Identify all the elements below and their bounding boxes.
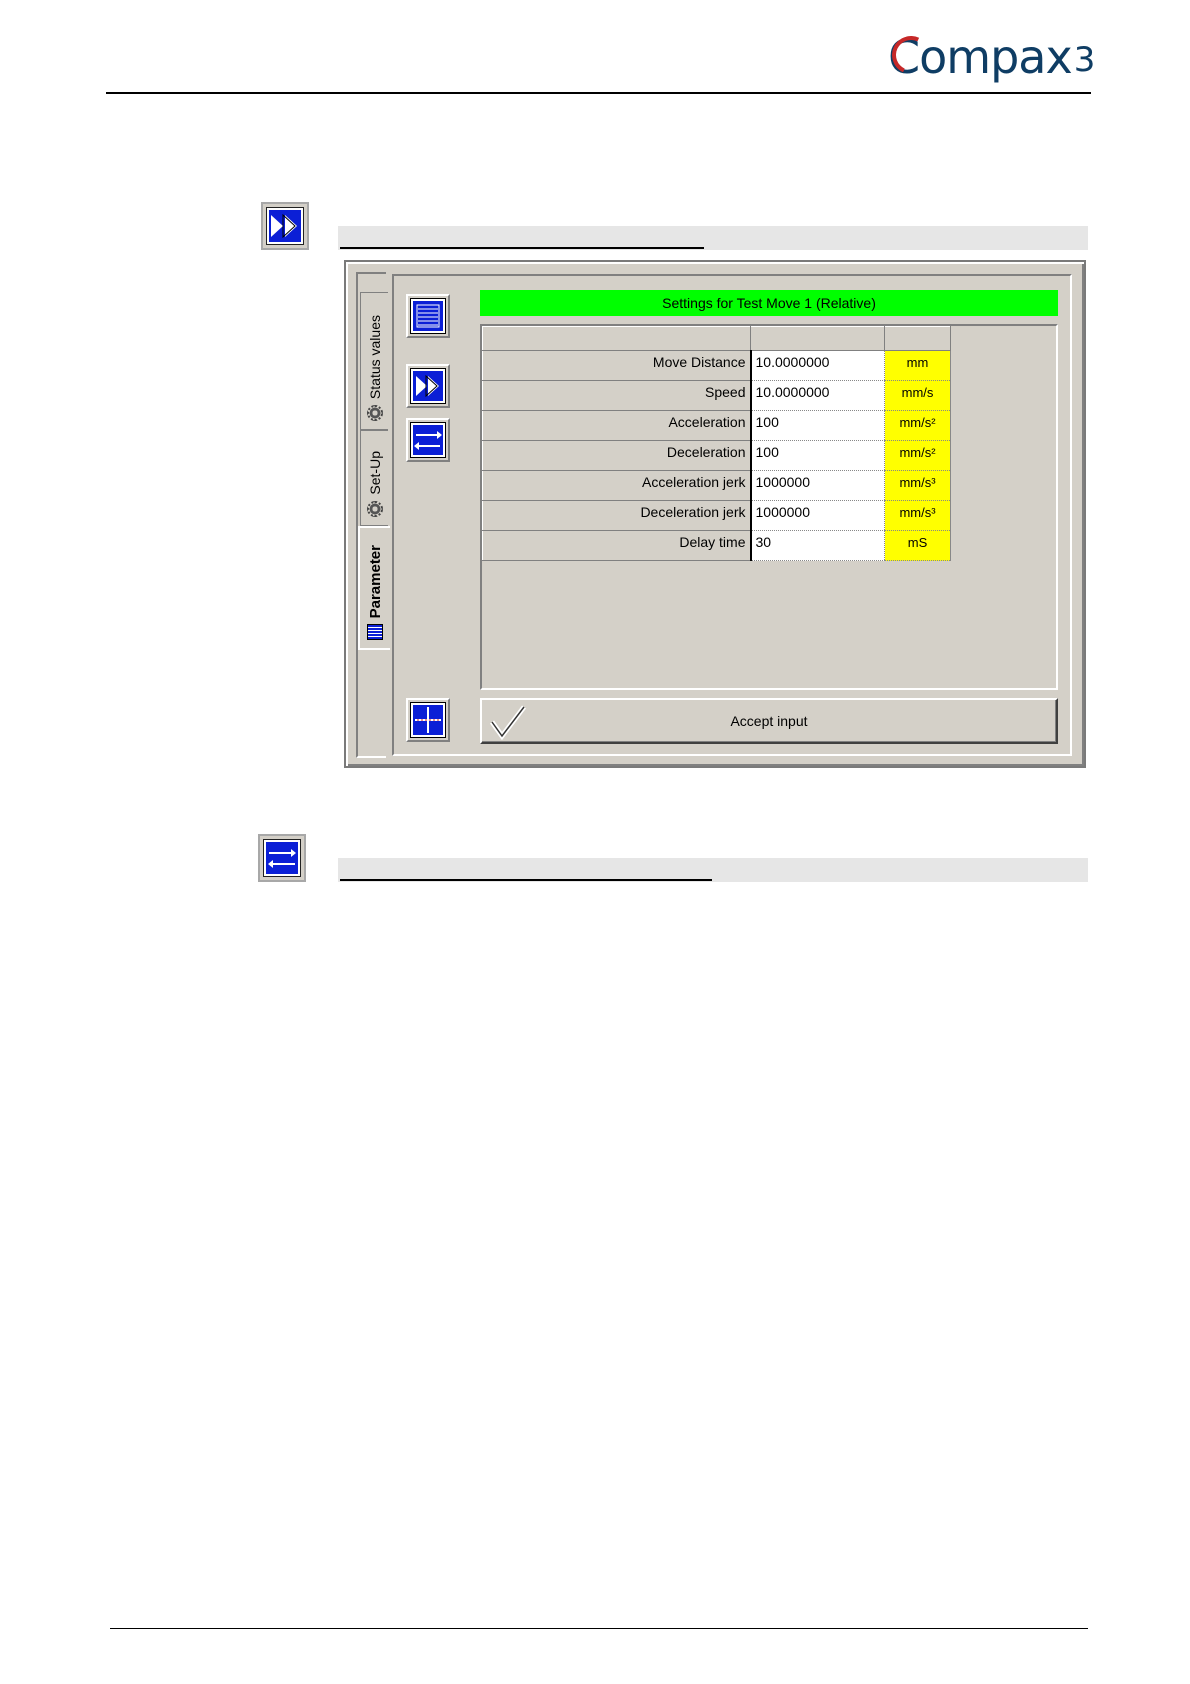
param-unit: mm/s² bbox=[884, 410, 951, 441]
swap-arrows-icon bbox=[268, 849, 296, 868]
vertical-tab-strip: Status values Set-Up Parameter bbox=[356, 272, 390, 758]
swap-arrows-icon bbox=[414, 431, 442, 450]
parameter-grid: Move Distance 10.0000000 mm Speed 10.000000… bbox=[480, 324, 1058, 690]
accept-input-button[interactable]: Accept input bbox=[480, 698, 1058, 744]
param-value-field[interactable]: 30 bbox=[750, 530, 885, 561]
section-swap-arrows-icon bbox=[258, 834, 306, 882]
param-unit: mm bbox=[884, 350, 951, 381]
list-icon bbox=[416, 304, 440, 328]
param-name: Acceleration jerk bbox=[482, 470, 752, 501]
param-value-field[interactable]: 1000000 bbox=[750, 500, 885, 531]
header-rule bbox=[106, 92, 1091, 94]
parameter-table: Move Distance 10.0000000 mm Speed 10.000000… bbox=[482, 326, 951, 561]
footer-rule bbox=[110, 1628, 1088, 1629]
param-value-field[interactable]: 100 bbox=[750, 410, 885, 441]
param-name: Acceleration bbox=[482, 410, 752, 441]
param-unit: mm/s³ bbox=[884, 500, 951, 531]
table-row: Speed 10.0000000 mm/s bbox=[482, 380, 951, 411]
gear-icon bbox=[366, 405, 383, 421]
tab-parameter[interactable]: Parameter bbox=[358, 526, 390, 650]
param-unit: mm/s³ bbox=[884, 470, 951, 501]
list-icon bbox=[367, 624, 383, 640]
section-fast-forward-icon bbox=[261, 202, 309, 250]
param-unit: mS bbox=[884, 530, 951, 561]
reversing-move-button[interactable] bbox=[406, 418, 450, 462]
table-row: Move Distance 10.0000000 mm bbox=[482, 350, 951, 381]
param-unit: mm/s² bbox=[884, 440, 951, 471]
checkmark-icon bbox=[489, 705, 526, 740]
gear-icon bbox=[366, 501, 383, 517]
param-name: Move Distance bbox=[482, 350, 752, 381]
settings-window: Status values Set-Up Parameter Settings … bbox=[344, 260, 1086, 768]
header-cell-unit bbox=[884, 326, 951, 351]
position-button[interactable] bbox=[406, 698, 450, 742]
section-heading-underline bbox=[340, 247, 704, 249]
accept-input-label: Accept input bbox=[730, 713, 808, 729]
tab-status-values[interactable]: Status values bbox=[360, 292, 388, 430]
param-unit: mm/s bbox=[884, 380, 951, 411]
param-name: Delay time bbox=[482, 530, 752, 561]
compax3-logo: Compax3 bbox=[886, 30, 1095, 84]
header-cell-name bbox=[482, 326, 751, 351]
table-row: Delay time 30 mS bbox=[482, 530, 951, 561]
crosshair-icon bbox=[414, 706, 442, 734]
param-name: Speed bbox=[482, 380, 752, 411]
settings-title: Settings for Test Move 1 (Relative) bbox=[480, 290, 1058, 316]
table-row: Acceleration jerk 1000000 mm/s³ bbox=[482, 470, 951, 501]
param-value-field[interactable]: 100 bbox=[750, 440, 885, 471]
param-value-field[interactable]: 10.0000000 bbox=[750, 380, 885, 411]
param-name: Deceleration bbox=[482, 440, 752, 471]
param-name: Deceleration jerk bbox=[482, 500, 752, 531]
fast-forward-icon bbox=[271, 213, 297, 239]
parameter-list-button[interactable] bbox=[406, 294, 450, 338]
table-row: Acceleration 100 mm/s² bbox=[482, 410, 951, 441]
param-value-field[interactable]: 1000000 bbox=[750, 470, 885, 501]
header-cell-value bbox=[750, 326, 885, 351]
table-row: Deceleration 100 mm/s² bbox=[482, 440, 951, 471]
parameter-panel: Settings for Test Move 1 (Relative) Move… bbox=[392, 274, 1072, 756]
section-heading-bar bbox=[338, 226, 1088, 250]
section-heading-underline bbox=[340, 879, 712, 881]
param-value-field[interactable]: 10.0000000 bbox=[750, 350, 885, 381]
table-row: Deceleration jerk 1000000 mm/s³ bbox=[482, 500, 951, 531]
table-header-row bbox=[482, 326, 951, 351]
fast-forward-icon bbox=[416, 374, 439, 398]
test-move-button[interactable] bbox=[406, 364, 450, 408]
tab-set-up[interactable]: Set-Up bbox=[360, 430, 388, 526]
section-heading-bar bbox=[338, 858, 1088, 882]
